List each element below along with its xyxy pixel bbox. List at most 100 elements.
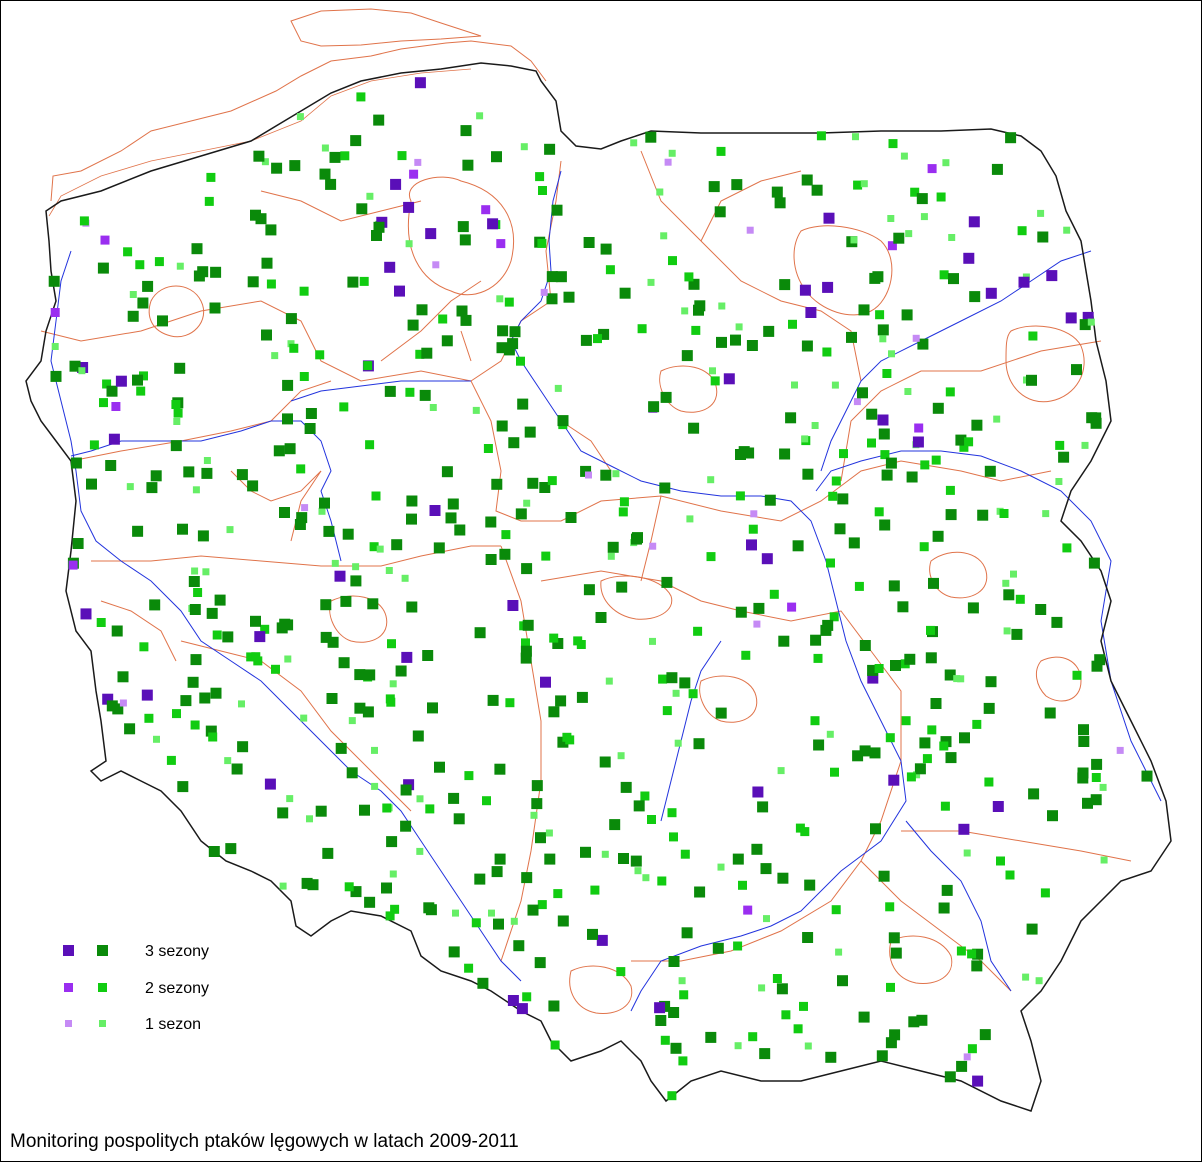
monitoring-site-square	[356, 203, 368, 215]
monitoring-site-square	[513, 940, 525, 952]
monitoring-site-square	[733, 941, 743, 951]
monitoring-site-square	[605, 677, 613, 685]
monitoring-site-square	[315, 350, 325, 360]
monitoring-site-square	[678, 1056, 688, 1066]
monitoring-site-square	[834, 523, 846, 535]
monitoring-site-square	[190, 654, 202, 666]
monitoring-site-square	[1035, 977, 1043, 985]
monitoring-site-square	[364, 669, 376, 681]
monitoring-site-square	[412, 730, 424, 742]
monitoring-site-square	[791, 381, 798, 389]
monitoring-site-square	[284, 655, 292, 663]
monitoring-site-square	[922, 754, 932, 764]
monitoring-site-square	[199, 692, 211, 704]
monitoring-site-square	[761, 553, 773, 565]
monitoring-site-square	[908, 1016, 920, 1028]
monitoring-site-square	[853, 180, 863, 190]
monitoring-site-square	[948, 273, 959, 285]
monitoring-site-square	[828, 491, 838, 501]
monitoring-site-square	[80, 608, 92, 620]
monitoring-site-square	[734, 1042, 742, 1050]
monitoring-site-square	[788, 319, 797, 329]
monitoring-site-square	[693, 626, 703, 636]
monitoring-site-square	[876, 1050, 888, 1062]
monitoring-site-square	[926, 625, 935, 635]
monitoring-site-square	[452, 909, 459, 917]
monitoring-site-square	[914, 763, 926, 775]
monitoring-site-square	[609, 819, 621, 831]
monitoring-site-square	[527, 477, 539, 489]
monitoring-site-square	[384, 385, 396, 397]
monitoring-site-square	[893, 232, 905, 244]
monitoring-site-square	[299, 372, 309, 381]
monitoring-site-square	[956, 946, 966, 956]
monitoring-site-square	[173, 418, 181, 425]
monitoring-site-square	[919, 737, 931, 749]
monitoring-site-square	[363, 361, 373, 371]
monitoring-site-square	[618, 853, 629, 864]
monitoring-site-square	[447, 498, 459, 510]
monitoring-site-square	[367, 598, 379, 610]
monitoring-site-square	[261, 257, 273, 269]
monitoring-site-square	[496, 295, 504, 303]
monitoring-site-square	[510, 917, 518, 925]
river-pilica	[660, 640, 722, 822]
monitoring-site-square	[70, 457, 82, 469]
monitoring-site-square	[816, 131, 826, 141]
monitoring-site-square	[456, 305, 468, 317]
monitoring-site-square	[507, 995, 519, 1006]
monitoring-site-square	[1051, 616, 1063, 628]
monitoring-site-square	[583, 237, 595, 248]
monitoring-site-square	[714, 206, 726, 218]
monitoring-site-square	[985, 676, 997, 688]
monitoring-site-square	[1065, 312, 1077, 324]
monitoring-site-square	[900, 152, 908, 160]
monitoring-site-square	[419, 389, 431, 401]
monitoring-site-square	[753, 620, 761, 628]
monitoring-site-square	[546, 293, 558, 305]
monitoring-site-square	[996, 856, 1005, 866]
monitoring-site-square	[1071, 364, 1082, 376]
monitoring-site-square	[751, 843, 763, 855]
monitoring-site-square	[464, 771, 474, 781]
monitoring-site-square	[595, 612, 607, 623]
monitoring-site-square	[193, 270, 205, 282]
monitoring-site-square	[400, 784, 412, 796]
monitoring-site-square	[971, 960, 983, 972]
monitoring-site-square	[335, 742, 347, 754]
monitoring-site-square	[890, 660, 901, 671]
monitoring-site-square	[481, 205, 491, 215]
monitoring-site-square	[286, 795, 294, 803]
monitoring-site-square	[261, 329, 272, 341]
monitoring-site-square	[326, 693, 338, 704]
monitoring-site-square	[422, 650, 434, 661]
monitoring-site-square	[781, 1010, 791, 1020]
monitoring-site-square	[837, 493, 849, 505]
monitoring-site-square	[1005, 132, 1017, 144]
monitoring-site-square	[208, 846, 220, 857]
monitoring-site-square	[914, 423, 924, 433]
monitoring-site-square	[779, 448, 791, 460]
monitoring-site-square	[299, 286, 309, 296]
monitoring-site-square	[1026, 374, 1037, 386]
monitoring-site-square	[296, 464, 306, 474]
monitoring-site-square	[496, 342, 508, 354]
monitoring-site-square	[382, 803, 392, 813]
monitoring-site-square	[877, 324, 889, 336]
monitoring-site-square	[111, 402, 121, 411]
monitoring-site-square	[688, 689, 698, 699]
monitoring-site-square	[785, 412, 797, 424]
monitoring-site-square	[1077, 767, 1089, 779]
legend-swatch-purple-1	[65, 1020, 72, 1027]
monitoring-site-square	[189, 604, 201, 615]
monitoring-site-square	[890, 947, 902, 959]
monitoring-site-square	[224, 757, 232, 765]
monitoring-site-square	[607, 541, 619, 553]
monitoring-site-square	[879, 335, 887, 343]
monitoring-site-square	[432, 261, 440, 269]
monitoring-site-square	[320, 599, 332, 611]
monitoring-site-square	[416, 795, 424, 803]
monitoring-site-square	[746, 340, 758, 351]
legend-swatch-purple-2	[64, 983, 73, 992]
monitoring-site-square	[801, 435, 809, 443]
